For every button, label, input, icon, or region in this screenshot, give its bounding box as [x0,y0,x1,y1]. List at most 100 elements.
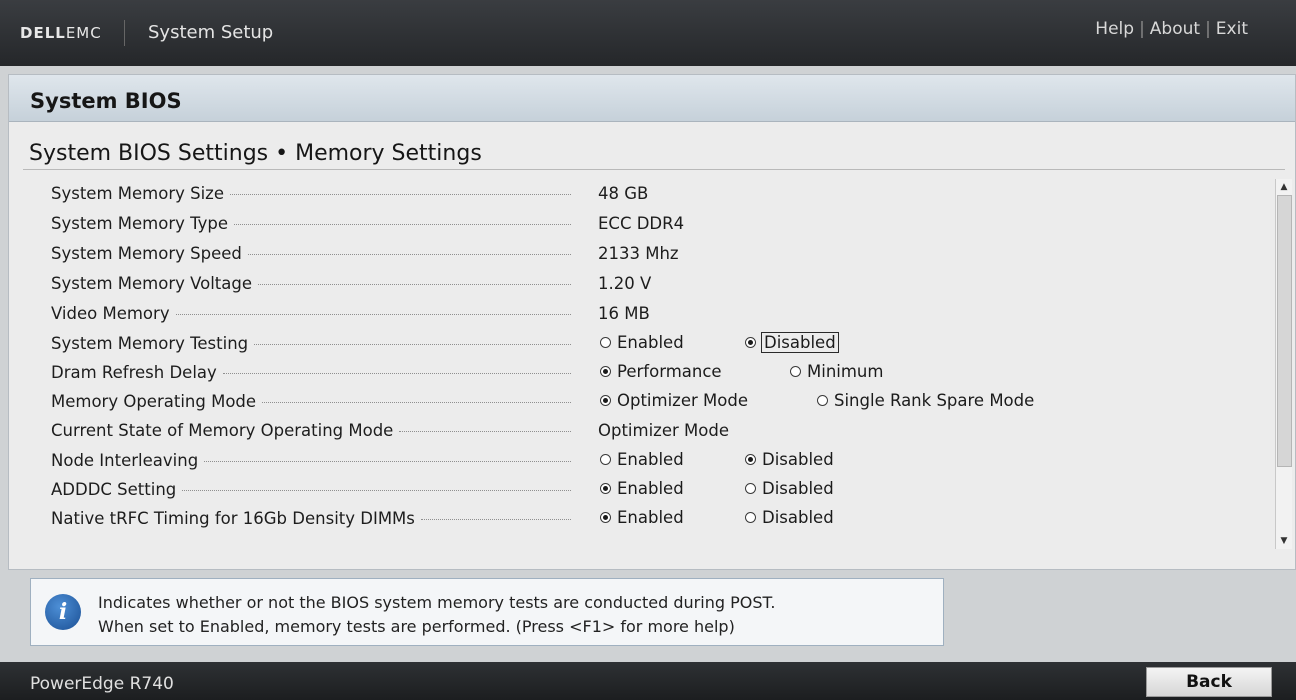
radio-option-label: Disabled [762,508,834,527]
setting-row[interactable]: Native tRFC Timing for 16Gb Density DIMM… [9,504,1275,532]
dotted-leader [234,223,571,225]
setting-value: 2133 Mhz [598,244,679,263]
divider [23,169,1285,170]
radio-option-label: Enabled [617,333,684,352]
radio-option[interactable]: Enabled [600,508,684,527]
dotted-leader [254,343,571,345]
radio-option[interactable]: Enabled [600,479,684,498]
dotted-leader [175,313,571,315]
setting-label: System Memory Voltage [51,274,571,293]
radio-unselected-icon[interactable] [790,366,801,377]
radio-option-label: Enabled [617,450,684,469]
setting-value: 16 MB [598,304,650,323]
radio-unselected-icon[interactable] [745,483,756,494]
radio-option-label: Single Rank Spare Mode [834,391,1035,410]
scroll-down-arrow-icon[interactable]: ▼ [1276,533,1292,549]
logo-text-light: EMC [65,24,102,42]
setting-row: System Memory Type ECC DDR4 [9,209,1275,237]
radio-option[interactable]: Performance [600,362,722,381]
radio-option-label: Disabled [762,450,834,469]
setting-value: Optimizer Mode [598,421,729,440]
radio-unselected-icon[interactable] [600,454,611,465]
exit-link[interactable]: Exit [1216,19,1248,39]
app-title: System Setup [148,22,274,43]
radio-option[interactable]: Enabled [600,450,684,469]
setting-row: Current State of Memory Operating Mode Op… [9,416,1275,444]
radio-option-label: Disabled [761,332,839,353]
setting-label-text: Node Interleaving [51,451,199,470]
radio-unselected-icon[interactable] [745,512,756,523]
setting-row[interactable]: Node Interleaving Enabled Disabled [9,446,1275,474]
setting-row[interactable]: Memory Operating Mode Optimizer Mode Singl… [9,387,1275,415]
radio-option[interactable]: Minimum [790,362,883,381]
setting-label: System Memory Size [51,184,571,203]
scrollbar[interactable]: ▲ ▼ [1275,179,1292,549]
page-subtitle: System BIOS Settings • Memory Settings [29,141,482,166]
help-line-2: When set to Enabled, memory tests are pe… [98,617,735,636]
setting-label-text: System Memory Testing [51,334,249,353]
radio-option-label: Enabled [617,479,684,498]
setting-label: Memory Operating Mode [51,392,571,411]
dotted-leader [222,372,571,374]
radio-option-label: Minimum [807,362,884,381]
setting-label: Dram Refresh Delay [51,363,571,382]
setting-value: ECC DDR4 [598,214,685,233]
setting-label-text: Video Memory [51,304,170,323]
setting-row[interactable]: System Memory Testing Enabled Disabled [9,329,1275,357]
help-line-1: Indicates whether or not the BIOS system… [98,593,776,612]
setting-label-text: Native tRFC Timing for 16Gb Density DIMM… [51,509,415,528]
setting-label: Current State of Memory Operating Mode [51,421,571,440]
dotted-leader [182,489,571,491]
top-links: Help | About | Exit [1095,19,1248,39]
setting-label-text: Memory Operating Mode [51,392,257,411]
setting-row: Video Memory 16 MB [9,299,1275,327]
setting-label-text: System Memory Speed [51,244,242,263]
radio-option[interactable]: Disabled [745,479,834,498]
setting-row: System Memory Voltage 1.20 V [9,269,1275,297]
radio-selected-icon[interactable] [600,395,611,406]
link-separator: | [1139,19,1145,39]
top-bar: DELLEMC System Setup Help | About | Exit [0,0,1296,66]
dotted-leader [262,401,571,403]
link-separator: | [1205,19,1211,39]
about-link[interactable]: About [1150,19,1200,39]
radio-option[interactable]: Disabled [745,508,834,527]
radio-option[interactable]: Disabled [745,450,834,469]
setting-label: Node Interleaving [51,451,571,470]
server-model: PowerEdge R740 [30,674,174,694]
radio-unselected-icon[interactable] [817,395,828,406]
setting-label: System Memory Testing [51,334,571,353]
setting-label: ADDDC Setting [51,480,571,499]
panel-title: System BIOS [30,89,182,113]
radio-selected-icon[interactable] [745,454,756,465]
radio-selected-icon[interactable] [600,483,611,494]
radio-selected-icon[interactable] [600,512,611,523]
setting-label-text: System Memory Type [51,214,229,233]
dotted-leader [258,283,571,285]
back-button[interactable]: Back [1146,667,1272,697]
radio-option[interactable]: Single Rank Spare Mode [817,391,1034,410]
scroll-thumb[interactable] [1277,195,1292,467]
setting-label: Native tRFC Timing for 16Gb Density DIMM… [51,509,571,528]
settings-panel: System BIOS System BIOS Settings • Memor… [8,74,1296,570]
logo-text-bold: DELL [20,24,66,42]
scroll-up-arrow-icon[interactable]: ▲ [1276,179,1292,195]
setting-label: Video Memory [51,304,571,323]
radio-option-label: Enabled [617,508,684,527]
radio-unselected-icon[interactable] [600,337,611,348]
help-link[interactable]: Help [1095,19,1134,39]
radio-option-label: Disabled [762,479,834,498]
radio-selected-icon[interactable] [745,337,756,348]
setting-label-text: Current State of Memory Operating Mode [51,421,394,440]
radio-option-label: Performance [617,362,722,381]
setting-row: System Memory Size 48 GB [9,179,1275,207]
info-icon: i [45,594,81,630]
setting-row[interactable]: Dram Refresh Delay Performance Minimum [9,358,1275,386]
radio-option[interactable]: Disabled [745,332,839,353]
setting-row[interactable]: ADDDC Setting Enabled Disabled [9,475,1275,503]
dotted-leader [399,430,571,432]
radio-option[interactable]: Enabled [600,333,684,352]
radio-option[interactable]: Optimizer Mode [600,391,748,410]
radio-selected-icon[interactable] [600,366,611,377]
setting-label: System Memory Type [51,214,571,233]
